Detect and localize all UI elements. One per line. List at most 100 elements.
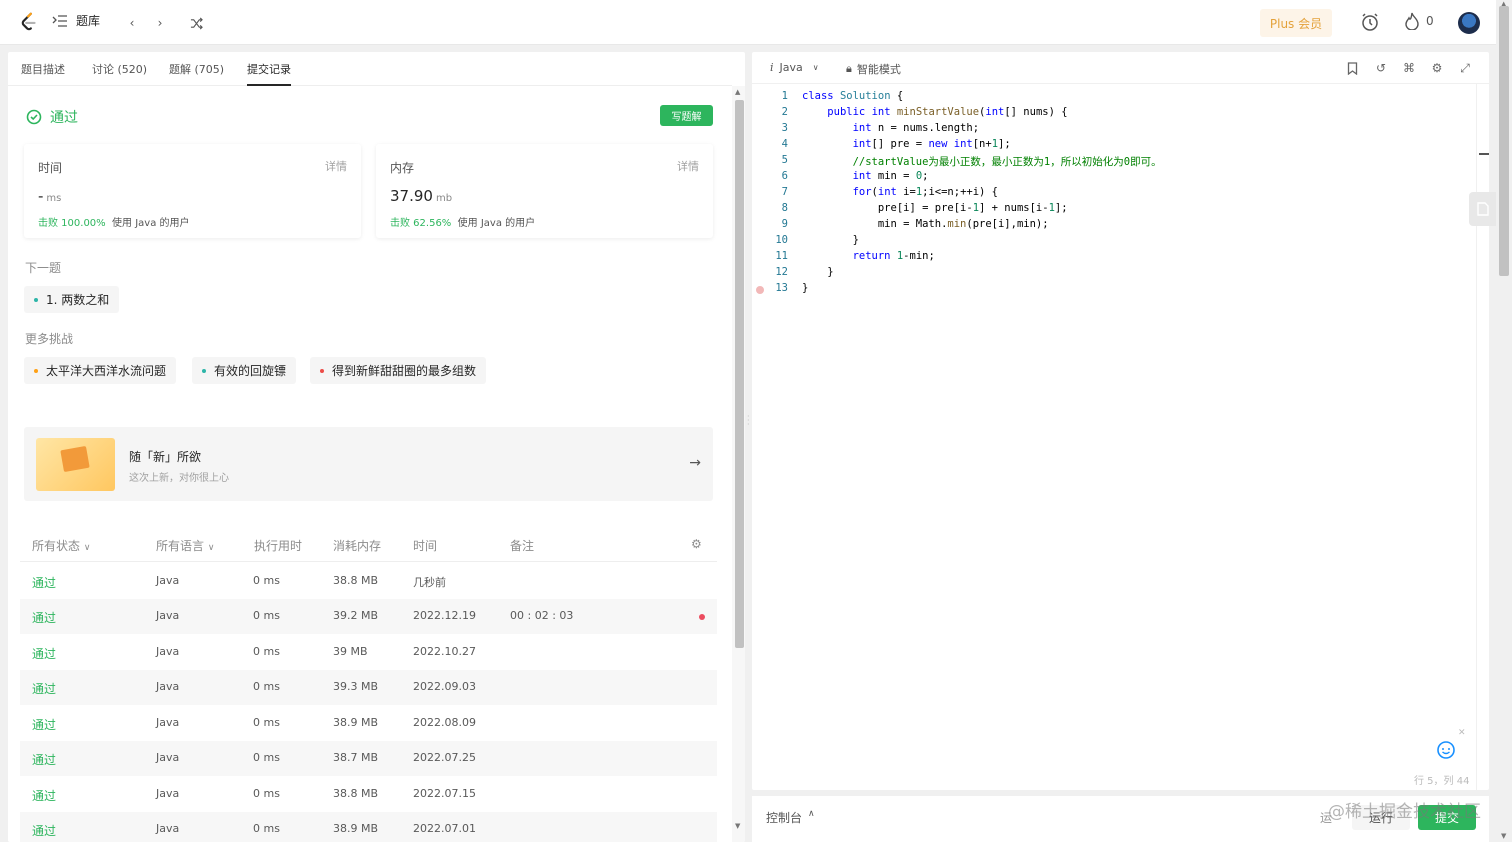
table-row[interactable]: 通过 Java 0 ms 38.9 MB 2022.08.09 xyxy=(20,706,717,741)
table-row[interactable]: 通过 Java 0 ms 39 MB 2022.10.27 xyxy=(20,635,717,670)
promo-title: 随「新」所欲 xyxy=(129,450,202,464)
scroll-up-arrow-icon[interactable]: ▲ xyxy=(735,88,740,96)
table-row[interactable]: 通过 Java 0 ms 38.9 MB 2022.07.01 xyxy=(20,812,717,842)
challenge-label: 得到新鲜甜甜圈的最多组数 xyxy=(332,364,477,378)
prev-problem-button[interactable]: ‹ xyxy=(121,12,143,34)
file-icon[interactable] xyxy=(1469,192,1497,226)
problem-list-label: 题库 xyxy=(76,14,101,28)
code-line: 10 } xyxy=(775,234,859,246)
table-row[interactable]: 通过 Java 0 ms 39.2 MB 2022.12.19 00 : 02 … xyxy=(20,599,717,634)
settings-gear-icon[interactable]: ⚙ xyxy=(1429,60,1445,76)
random-problem-button[interactable] xyxy=(185,12,207,34)
fullscreen-icon[interactable]: ⤢ xyxy=(1457,60,1473,76)
promo-banner[interactable]: 随「新」所欲 这次上新，对你很上心 → xyxy=(24,427,713,501)
console-toggle[interactable]: 控制台 ∧ xyxy=(766,809,815,826)
breakpoint-dot[interactable] xyxy=(756,286,764,294)
page-scrollbar[interactable]: ▲ ▼ xyxy=(1496,0,1512,842)
memory-beat: 击败 62.56% 使用 Java 的用户 xyxy=(390,218,536,229)
row-runtime: 0 ms xyxy=(253,787,280,800)
row-status[interactable]: 通过 xyxy=(32,680,56,697)
next-problem-button[interactable]: › xyxy=(149,12,171,34)
bookmark-icon[interactable] xyxy=(1344,60,1360,76)
code-line: 13} xyxy=(752,282,1476,298)
code-line: 2 public int minStartValue(int[] nums) { xyxy=(781,106,1068,118)
row-time: 2022.07.15 xyxy=(413,787,476,800)
row-memory: 39 MB xyxy=(333,645,368,658)
close-icon[interactable]: ✕ xyxy=(1458,728,1466,738)
row-runtime: 0 ms xyxy=(253,574,280,587)
row-time: 几秒前 xyxy=(413,576,446,589)
shuffle-icon xyxy=(190,17,203,29)
chevron-right-icon: › xyxy=(157,16,163,30)
tab-submissions[interactable]: 提交记录 xyxy=(247,61,291,86)
list-icon xyxy=(52,14,67,27)
row-status[interactable]: 通过 xyxy=(32,822,56,839)
row-language: Java xyxy=(156,645,180,658)
row-status[interactable]: 通过 xyxy=(32,751,56,768)
row-time: 2022.07.01 xyxy=(413,822,476,835)
scroll-down-arrow-icon[interactable]: ▼ xyxy=(735,822,740,830)
row-memory: 38.9 MB xyxy=(333,716,379,729)
plus-membership-button[interactable]: Plus 会员 xyxy=(1260,9,1332,37)
tab-description[interactable]: 题目描述 xyxy=(21,61,65,86)
smart-mode-toggle[interactable]: 🔒︎ 智能模式 xyxy=(846,61,901,77)
streak-counter[interactable]: 0 xyxy=(1404,12,1434,30)
tab-discussion[interactable]: 讨论 (520) xyxy=(92,61,147,86)
table-row[interactable]: 通过 Java 0 ms 38.8 MB 2022.07.15 xyxy=(20,777,717,812)
row-memory: 38.8 MB xyxy=(333,574,379,587)
panel-resize-handle[interactable]: · · · xyxy=(747,413,750,429)
editor-scrollbar[interactable] xyxy=(1476,84,1489,790)
code-line: 6 int min = 0; xyxy=(781,170,929,182)
problem-list-nav[interactable]: 题库 xyxy=(52,12,100,29)
language-selector[interactable]: i Java ∨ xyxy=(770,61,819,74)
table-row[interactable]: 通过 Java 0 ms 39.3 MB 2022.09.03 xyxy=(20,670,717,705)
runtime-detail-link[interactable]: 详情 xyxy=(325,158,347,174)
status-filter[interactable]: 所有状态 ∨ xyxy=(32,537,90,554)
challenge-label: 有效的回旋镖 xyxy=(214,364,287,378)
table-row[interactable]: 通过 Java 0 ms 38.8 MB 几秒前 xyxy=(20,564,717,599)
command-icon[interactable]: ⌘ xyxy=(1401,60,1417,76)
feedback-chat-icon[interactable] xyxy=(1436,740,1458,762)
challenge-chip[interactable]: 有效的回旋镖 xyxy=(192,357,297,384)
result-header: 通过 xyxy=(26,107,78,127)
alarm-clock-icon[interactable] xyxy=(1360,12,1380,32)
reset-icon[interactable]: ↺ xyxy=(1373,60,1389,76)
write-solution-button[interactable]: 写题解 xyxy=(660,105,713,126)
runtime-beat: 击败 100.00% 使用 Java 的用户 xyxy=(38,218,190,229)
row-status[interactable]: 通过 xyxy=(32,787,56,804)
code-area[interactable]: 1 class Solution { 2 public int minStartV… xyxy=(752,90,1476,298)
row-language: Java xyxy=(156,716,180,729)
tab-solutions[interactable]: 题解 (705) xyxy=(169,61,224,86)
memory-detail-link[interactable]: 详情 xyxy=(677,158,699,174)
promo-gift-box-image xyxy=(36,438,115,491)
watermark-text: @稀土掘金技术社区 xyxy=(1328,802,1481,822)
cursor-position-marker xyxy=(1479,153,1489,155)
next-problem-chip[interactable]: 1. 两数之和 xyxy=(24,286,120,313)
challenge-chip[interactable]: 得到新鲜甜甜圈的最多组数 xyxy=(310,357,487,384)
scroll-down-arrow-icon[interactable]: ▼ xyxy=(1501,832,1506,840)
check-circle-icon xyxy=(26,109,42,125)
row-status[interactable]: 通过 xyxy=(32,645,56,662)
row-status[interactable]: 通过 xyxy=(32,609,56,626)
left-panel-scrollbar[interactable]: ▲ ▼ xyxy=(732,86,745,842)
row-runtime: 0 ms xyxy=(253,609,280,622)
user-avatar[interactable] xyxy=(1458,12,1480,34)
scroll-thumb[interactable] xyxy=(735,100,744,648)
page-scroll-thumb[interactable] xyxy=(1499,6,1509,276)
memory-header: 消耗内存 xyxy=(333,539,382,553)
challenge-chip[interactable]: 太平洋大西洋水流问题 xyxy=(24,357,177,384)
row-note: 00 : 02 : 03 xyxy=(510,609,574,622)
settings-gear-icon[interactable]: ⚙ xyxy=(691,537,702,551)
row-status[interactable]: 通过 xyxy=(32,716,56,733)
arrow-right-icon: → xyxy=(689,455,701,471)
row-status[interactable]: 通过 xyxy=(32,574,56,591)
code-editor-panel: i Java ∨ 🔒︎ 智能模式 ↺ ⌘ ⚙ ⤢ 1 class Solution… xyxy=(752,52,1489,790)
code-line: 5 //startValue为最小正数，最小正数为1，所以初始化为0即可。 xyxy=(781,154,1162,168)
row-time: 2022.09.03 xyxy=(413,680,476,693)
leetcode-logo-icon[interactable] xyxy=(18,11,40,33)
row-memory: 38.9 MB xyxy=(333,822,379,835)
chevron-down-icon: ∨ xyxy=(207,543,215,553)
difficulty-dot xyxy=(202,368,206,373)
language-filter[interactable]: 所有语言 ∨ xyxy=(156,537,214,554)
table-row[interactable]: 通过 Java 0 ms 38.7 MB 2022.07.25 xyxy=(20,741,717,776)
